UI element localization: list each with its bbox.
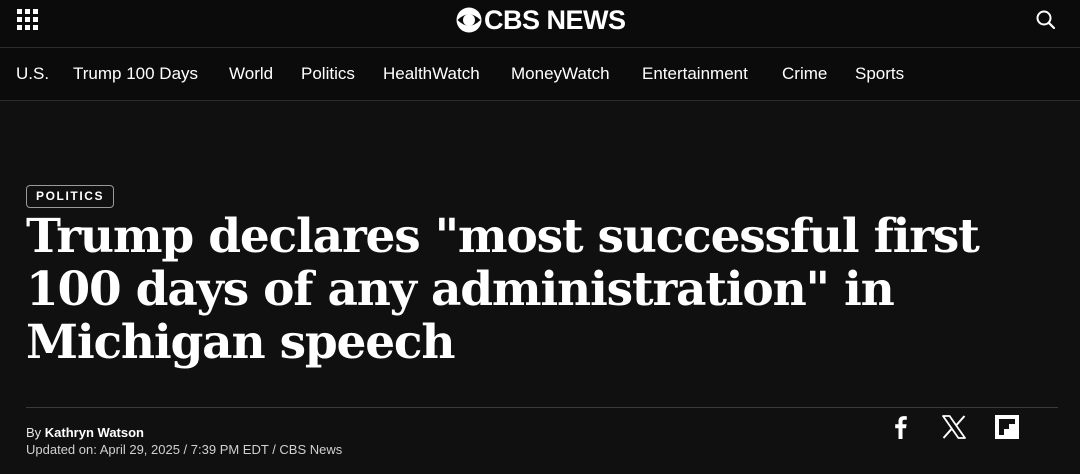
x-icon[interactable] <box>941 414 967 440</box>
top-bar: CBS NEWS <box>0 0 1080 48</box>
nav-item-crime[interactable]: Crime <box>782 63 827 85</box>
updated-timestamp: Updated on: April 29, 2025 / 7:39 PM EDT… <box>26 442 343 457</box>
nav-item-politics[interactable]: Politics <box>301 63 355 85</box>
category-badge[interactable]: POLITICS <box>26 185 115 208</box>
facebook-icon[interactable] <box>888 414 914 440</box>
byline-divider <box>26 407 1058 408</box>
search-icon[interactable] <box>1034 8 1058 32</box>
nav-item-world[interactable]: World <box>229 63 273 85</box>
section-nav: U.S. Trump 100 Days World Politics Healt… <box>0 48 1080 100</box>
nav-item-healthwatch[interactable]: HealthWatch <box>383 63 480 85</box>
nav-item-us[interactable]: U.S. <box>16 63 49 85</box>
cbs-eye-icon <box>456 7 482 33</box>
nav-item-trump-100-days[interactable]: Trump 100 Days <box>73 63 198 85</box>
byline-prefix: By <box>26 425 42 440</box>
nav-item-sports[interactable]: Sports <box>855 63 904 85</box>
cbs-news-logo[interactable]: CBS NEWS <box>456 5 626 35</box>
byline: By Kathryn Watson <box>26 425 144 441</box>
flipboard-icon[interactable] <box>994 414 1020 440</box>
grid-menu-icon[interactable] <box>17 9 39 31</box>
nav-divider <box>0 100 1080 101</box>
nav-item-entertainment[interactable]: Entertainment <box>642 63 748 85</box>
author-link[interactable]: Kathryn Watson <box>45 425 144 440</box>
article-headline: Trump declares "most successful first 10… <box>26 209 980 370</box>
nav-item-moneywatch[interactable]: MoneyWatch <box>511 63 610 85</box>
brand-wordmark: CBS NEWS <box>484 5 626 35</box>
